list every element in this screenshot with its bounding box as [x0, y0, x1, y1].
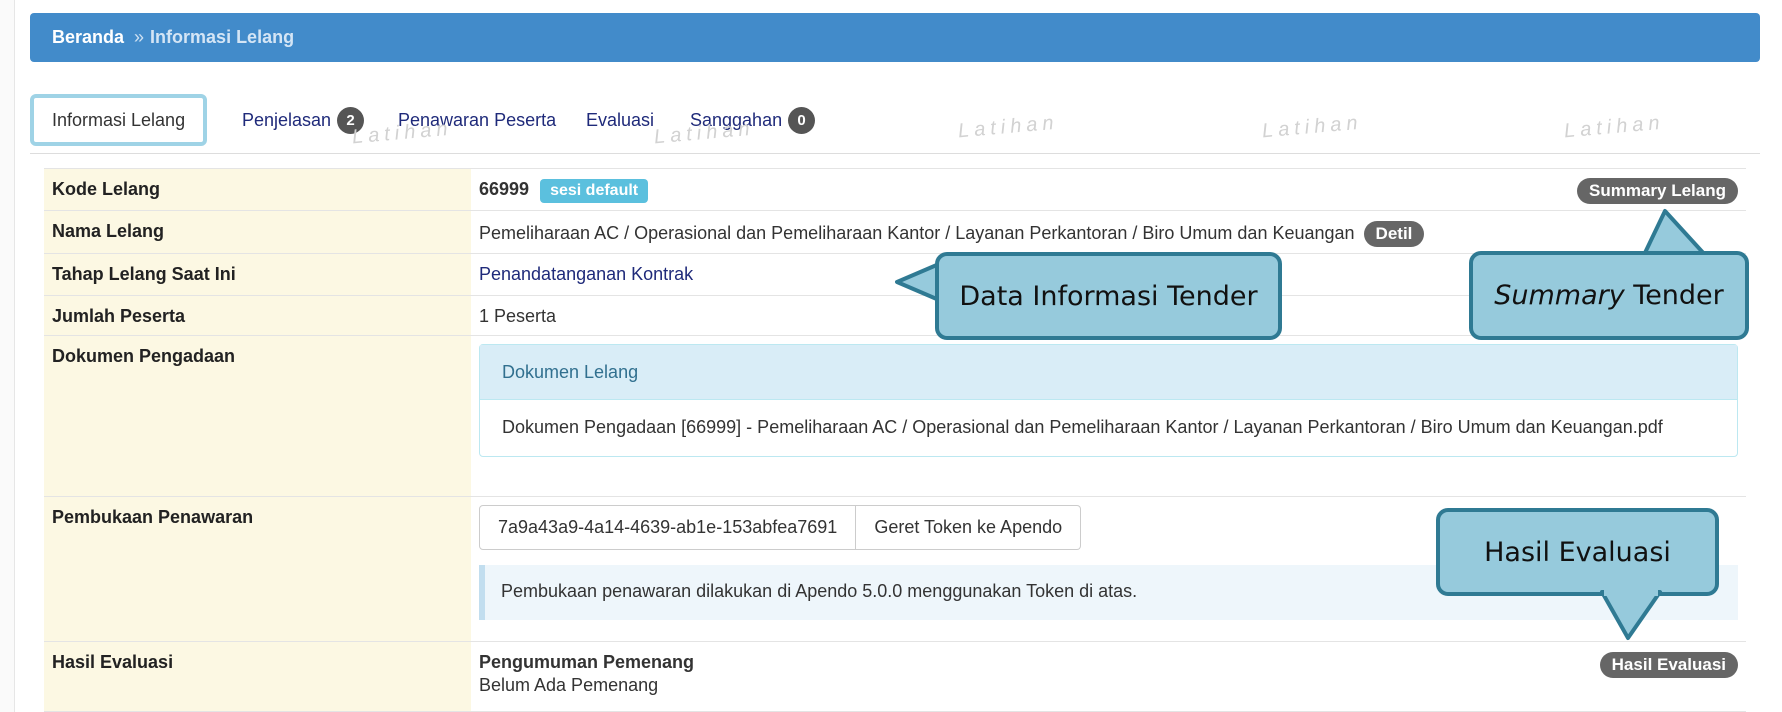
document-file-link[interactable]: Dokumen Pengadaan [66999] - Pemeliharaan… — [480, 400, 1737, 455]
kode-value: 66999 — [479, 179, 530, 199]
field-value: Pengumuman Pemenang Belum Ada Pemenang H… — [471, 642, 1746, 711]
field-label: Hasil Evaluasi — [44, 642, 471, 711]
summary-lelang-button[interactable]: Summary Lelang — [1577, 178, 1738, 204]
hasil-evaluasi-button[interactable]: Hasil Evaluasi — [1599, 652, 1738, 678]
callout-data-informasi: Data Informasi Tender — [935, 252, 1282, 340]
field-value: Pemeliharaan AC / Operasional dan Pemeli… — [471, 211, 1746, 253]
winner-status: Belum Ada Pemenang — [479, 675, 659, 695]
tab-evaluasi[interactable]: Evaluasi — [586, 94, 654, 146]
drag-token-button[interactable]: Geret Token ke Apendo — [856, 505, 1082, 550]
session-tag: sesi default — [540, 179, 649, 203]
document-panel-title: Dokumen Lelang — [480, 345, 1737, 400]
announcement-title: Pengumuman Pemenang — [479, 652, 695, 672]
breadcrumb: Beranda » Informasi Lelang — [30, 13, 1760, 62]
field-label: Nama Lelang — [44, 211, 471, 253]
field-label: Tahap Lelang Saat Ini — [44, 254, 471, 295]
row-dokumen-pengadaan: Dokumen Pengadaan Dokumen Lelang Dokumen… — [44, 335, 1746, 496]
token-field[interactable]: 7a9a43a9-4a14-4639-ab1e-153abfea7691 — [479, 505, 857, 550]
row-nama-lelang: Nama Lelang Pemeliharaan AC / Operasiona… — [44, 210, 1746, 253]
callout-text: Summary Tender — [1494, 280, 1724, 311]
tahap-link[interactable]: Penandatanganan Kontrak — [479, 264, 693, 284]
field-label: Kode Lelang — [44, 169, 471, 210]
breadcrumb-current: Informasi Lelang — [150, 27, 295, 47]
row-hasil-evaluasi: Hasil Evaluasi Pengumuman Pemenang Belum… — [44, 641, 1746, 712]
detil-button[interactable]: Detil — [1363, 221, 1425, 247]
breadcrumb-separator: » — [134, 27, 145, 47]
count-badge: 0 — [788, 106, 816, 134]
jumlah-value: 1 Peserta — [479, 306, 557, 326]
tab-bar: Informasi Lelang Penjelasan 2 Penawaran … — [30, 94, 1760, 154]
callout-italic-text: Summary — [1494, 280, 1625, 311]
breadcrumb-home-link[interactable]: Beranda — [52, 27, 124, 48]
tab-label: Informasi Lelang — [52, 109, 186, 130]
tab-informasi-lelang[interactable]: Informasi Lelang — [30, 94, 208, 146]
tab-penjelasan[interactable]: Penjelasan 2 — [242, 94, 365, 146]
nama-value: Pemeliharaan AC / Operasional dan Pemeli… — [479, 223, 1355, 243]
field-label: Dokumen Pengadaan — [44, 336, 471, 496]
row-kode-lelang: Kode Lelang 66999 sesi default Summary L… — [44, 168, 1746, 210]
callout-pointer — [895, 262, 940, 302]
callout-hasil-evaluasi: Hasil Evaluasi — [1436, 508, 1719, 596]
field-value: Dokumen Lelang Dokumen Pengadaan [66999]… — [471, 336, 1746, 496]
field-value: 66999 sesi default Summary Lelang — [471, 169, 1746, 210]
field-label: Jumlah Peserta — [44, 296, 471, 335]
document-panel: Dokumen Lelang Dokumen Pengadaan [66999]… — [479, 344, 1738, 457]
token-group: 7a9a43a9-4a14-4639-ab1e-153abfea7691 Ger… — [479, 505, 1082, 550]
callout-text: Data Informasi Tender — [959, 280, 1258, 312]
callout-text: Hasil Evaluasi — [1484, 536, 1671, 568]
callout-summary-tender: Summary Tender — [1469, 251, 1749, 340]
callout-text-rest: Tender — [1624, 280, 1724, 311]
field-label: Pembukaan Penawaran — [44, 497, 471, 641]
tab-label: Evaluasi — [586, 109, 655, 130]
tab-label: Penjelasan — [242, 109, 332, 130]
callout-pointer — [1600, 590, 1662, 640]
